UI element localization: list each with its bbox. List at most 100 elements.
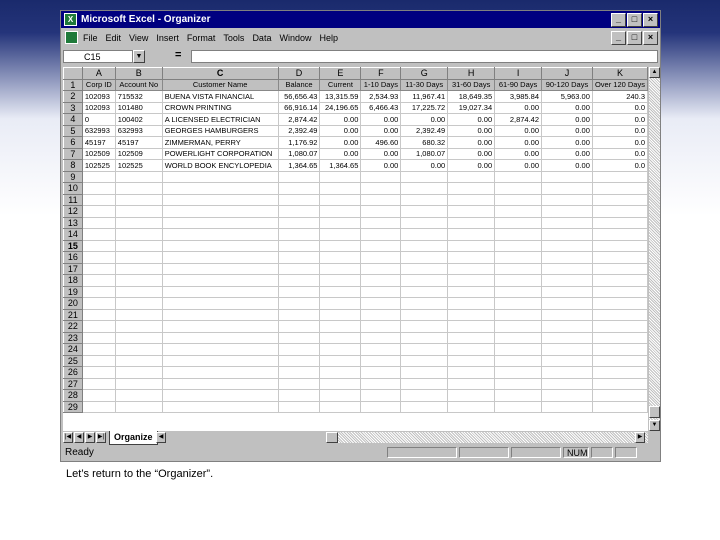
- cell[interactable]: [447, 366, 496, 379]
- row-header[interactable]: 10: [63, 182, 83, 195]
- row-header[interactable]: 6: [63, 136, 83, 149]
- cell[interactable]: 0.00: [541, 101, 593, 114]
- cell[interactable]: [114, 366, 163, 379]
- cell[interactable]: [591, 239, 648, 252]
- cell[interactable]: [494, 170, 543, 183]
- scroll-down-icon[interactable]: ▼: [649, 420, 660, 431]
- cell[interactable]: [277, 251, 321, 264]
- cell[interactable]: [360, 262, 402, 275]
- scroll-thumb[interactable]: [649, 406, 660, 418]
- cell[interactable]: A LICENSED ELECTRICIAN: [161, 113, 279, 126]
- first-sheet-icon[interactable]: |◀: [63, 432, 73, 443]
- cell[interactable]: [319, 320, 362, 333]
- cell[interactable]: 0.00: [447, 124, 496, 137]
- cell[interactable]: [541, 320, 593, 333]
- row-header[interactable]: 12: [63, 205, 83, 218]
- cell[interactable]: 0.00: [447, 159, 496, 172]
- column-header[interactable]: G: [400, 67, 449, 80]
- cell[interactable]: [319, 297, 362, 310]
- last-sheet-icon[interactable]: ▶|: [96, 432, 106, 443]
- doc-minimize-button[interactable]: _: [611, 31, 626, 45]
- cell[interactable]: [114, 193, 163, 206]
- cell[interactable]: [494, 331, 543, 344]
- cell[interactable]: [400, 274, 449, 287]
- cell[interactable]: [81, 377, 116, 390]
- cell[interactable]: [591, 205, 648, 218]
- cell[interactable]: [400, 343, 449, 356]
- cell[interactable]: [494, 297, 543, 310]
- cell[interactable]: [277, 400, 321, 413]
- spreadsheet-grid[interactable]: ABCDEFGHIJK 1 Corp ID Account No Customer N…: [63, 67, 648, 431]
- cell[interactable]: 0.00: [319, 113, 362, 126]
- scroll-right-icon[interactable]: ▶: [635, 432, 645, 443]
- cell[interactable]: [591, 262, 648, 275]
- cell[interactable]: 66,916.14: [277, 101, 321, 114]
- cell[interactable]: [494, 205, 543, 218]
- cell[interactable]: 0.00: [360, 113, 402, 126]
- column-header[interactable]: H: [447, 67, 496, 80]
- cell[interactable]: [81, 170, 116, 183]
- cell[interactable]: [494, 354, 543, 367]
- cell[interactable]: [591, 400, 648, 413]
- cell[interactable]: [494, 262, 543, 275]
- menu-insert[interactable]: Insert: [156, 33, 179, 43]
- cell[interactable]: [400, 354, 449, 367]
- menu-file[interactable]: File: [83, 33, 98, 43]
- cell[interactable]: [591, 366, 648, 379]
- cell[interactable]: [81, 343, 116, 356]
- cell[interactable]: [591, 274, 648, 287]
- cell[interactable]: [541, 170, 593, 183]
- cell[interactable]: [447, 251, 496, 264]
- cell[interactable]: [161, 366, 279, 379]
- cell[interactable]: [591, 377, 648, 390]
- cell[interactable]: [541, 216, 593, 229]
- name-box[interactable]: C15: [63, 50, 133, 63]
- cell[interactable]: [541, 262, 593, 275]
- cell[interactable]: [161, 205, 279, 218]
- cell[interactable]: [400, 262, 449, 275]
- cell[interactable]: [319, 193, 362, 206]
- column-header[interactable]: J: [541, 67, 593, 80]
- cell[interactable]: 0.00: [360, 147, 402, 160]
- cell[interactable]: 0: [81, 113, 116, 126]
- cell[interactable]: [541, 354, 593, 367]
- cell[interactable]: 0.00: [447, 113, 496, 126]
- cell[interactable]: [494, 400, 543, 413]
- formula-equals[interactable]: =: [175, 49, 181, 61]
- cell[interactable]: 102509: [114, 147, 163, 160]
- cell[interactable]: [494, 274, 543, 287]
- cell[interactable]: [360, 251, 402, 264]
- cell[interactable]: [114, 274, 163, 287]
- cell[interactable]: 1,364.65: [319, 159, 362, 172]
- cell[interactable]: 6,466.43: [360, 101, 402, 114]
- cell[interactable]: [447, 377, 496, 390]
- cell[interactable]: 0.00: [400, 159, 449, 172]
- cell[interactable]: [161, 262, 279, 275]
- cell[interactable]: [114, 182, 163, 195]
- row-header[interactable]: 8: [63, 159, 83, 172]
- cell[interactable]: ZIMMERMAN, PERRY: [161, 136, 279, 149]
- cell[interactable]: 0.0: [591, 113, 648, 126]
- cell[interactable]: [541, 285, 593, 298]
- cell[interactable]: [360, 193, 402, 206]
- cell[interactable]: [81, 389, 116, 402]
- cell[interactable]: 11,967.41: [400, 90, 449, 103]
- cell[interactable]: 0.00: [494, 136, 543, 149]
- cell[interactable]: [161, 239, 279, 252]
- sheet-tab-organize[interactable]: Organize: [109, 431, 158, 445]
- cell[interactable]: 0.00: [494, 147, 543, 160]
- cell[interactable]: WORLD BOOK ENCYLOPEDIA: [161, 159, 279, 172]
- cell[interactable]: [591, 297, 648, 310]
- cell[interactable]: [591, 285, 648, 298]
- cell[interactable]: [447, 297, 496, 310]
- cell[interactable]: [541, 400, 593, 413]
- cell[interactable]: 0.00: [494, 159, 543, 172]
- cell[interactable]: [319, 205, 362, 218]
- cell[interactable]: 0.00: [360, 124, 402, 137]
- cell[interactable]: 0.00: [360, 159, 402, 172]
- cell[interactable]: [591, 251, 648, 264]
- cell[interactable]: [360, 216, 402, 229]
- formula-input[interactable]: [191, 50, 658, 63]
- cell[interactable]: 0.00: [447, 147, 496, 160]
- cell[interactable]: Account No: [114, 78, 163, 91]
